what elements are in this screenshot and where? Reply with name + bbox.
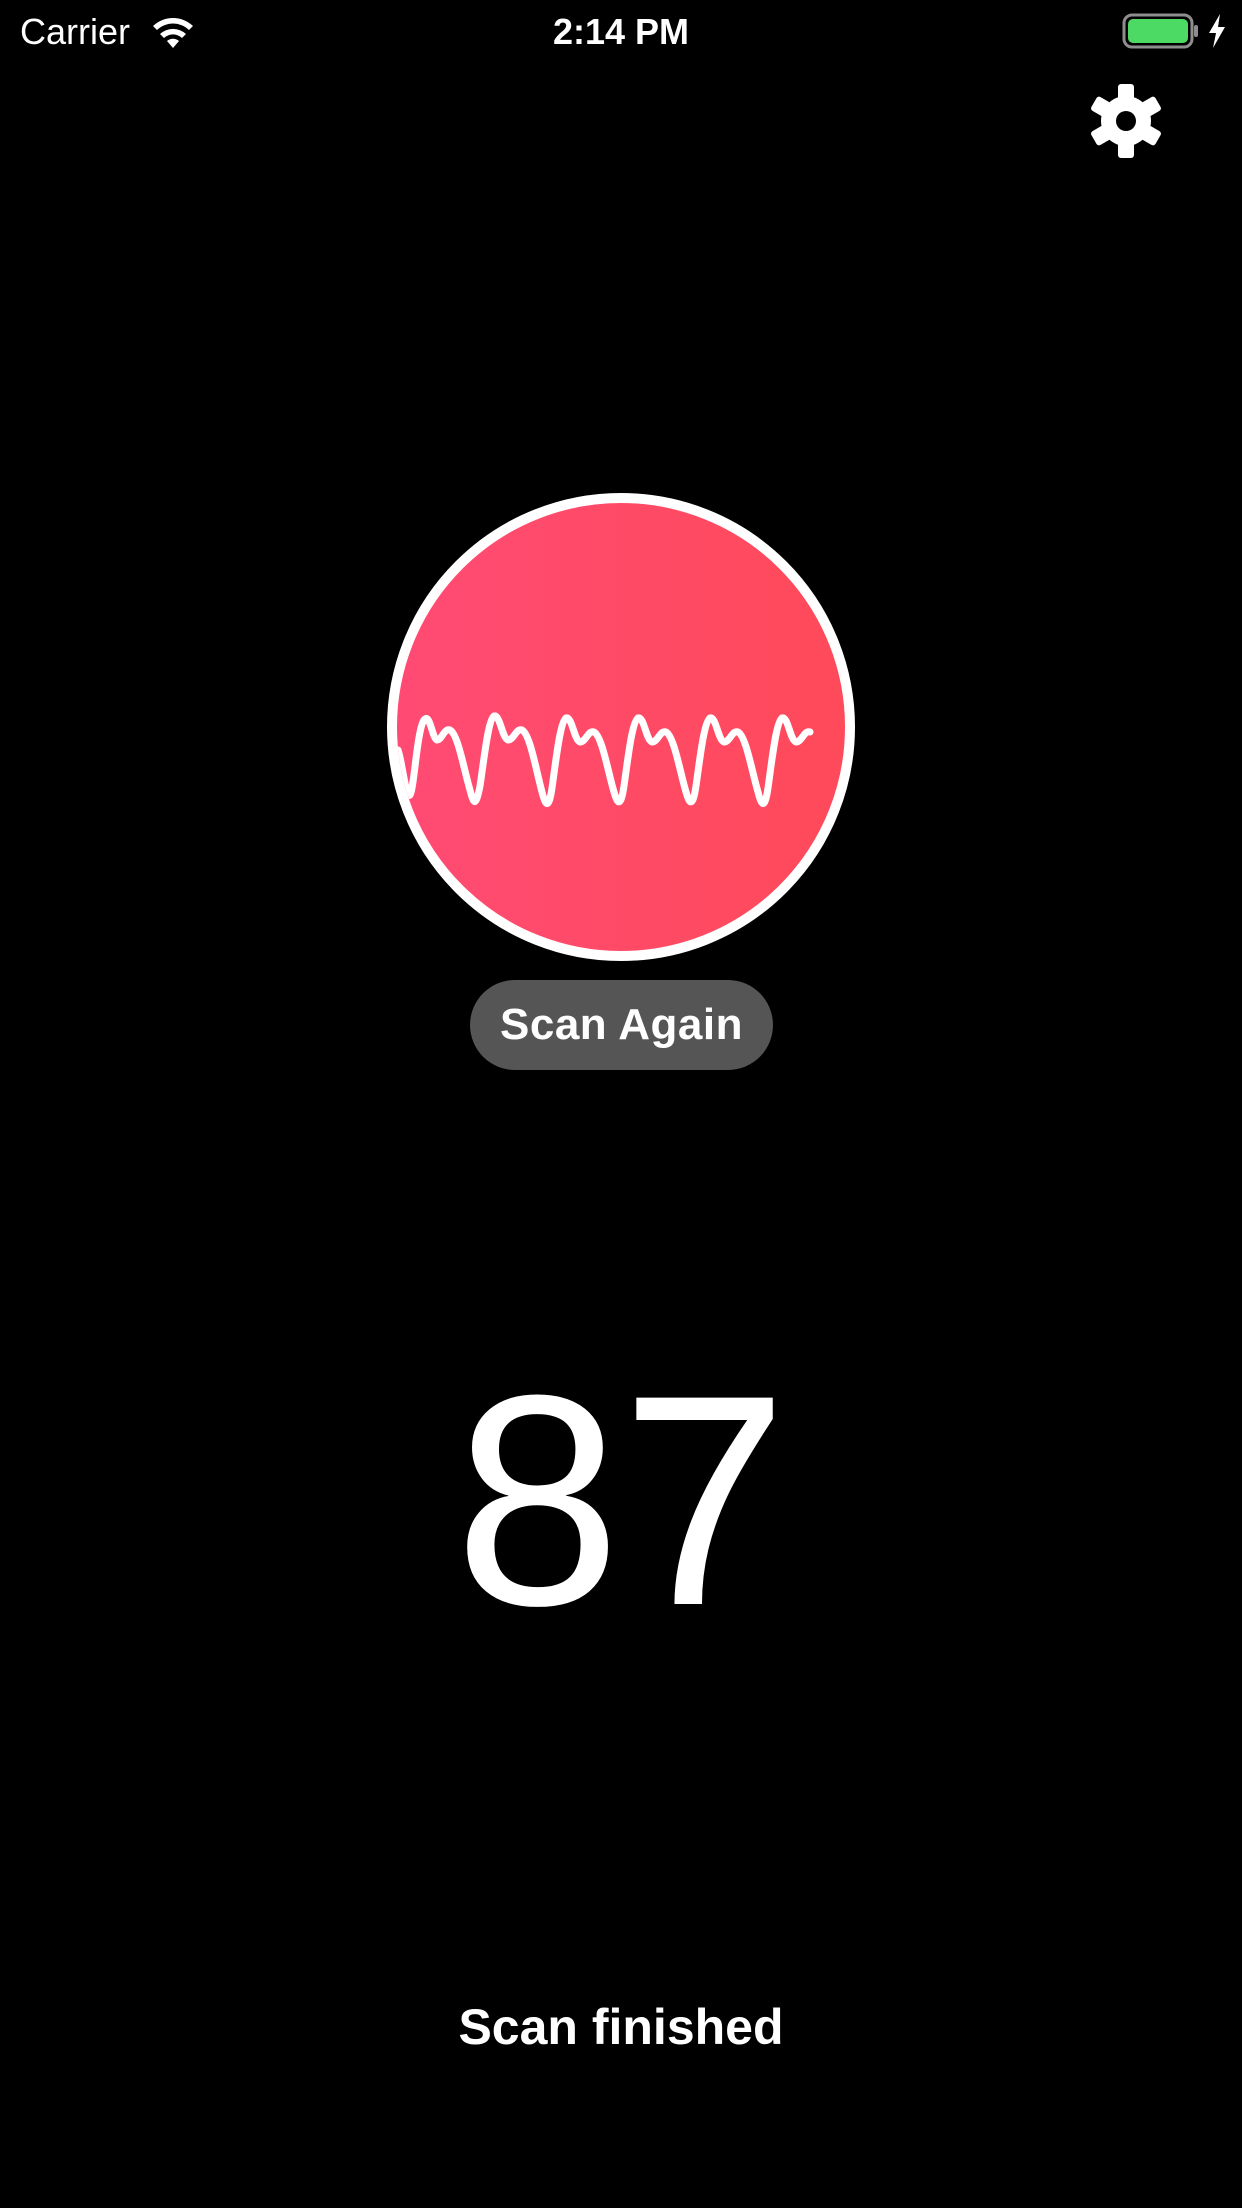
status-bar: Carrier 2:14 PM <box>0 0 1242 62</box>
scan-status-label: Scan finished <box>458 1999 784 2055</box>
gear-icon <box>1091 84 1161 158</box>
battery-icon <box>1122 13 1198 49</box>
status-time: 2:14 PM <box>552 11 690 52</box>
scan-again-button[interactable]: Scan Again <box>470 980 773 1070</box>
charging-bolt-icon <box>1209 14 1225 48</box>
heart-rate-value: 87 <box>454 1332 788 1668</box>
settings-gear-button[interactable] <box>1087 82 1165 160</box>
heart-rate-scanner[interactable] <box>384 490 858 964</box>
